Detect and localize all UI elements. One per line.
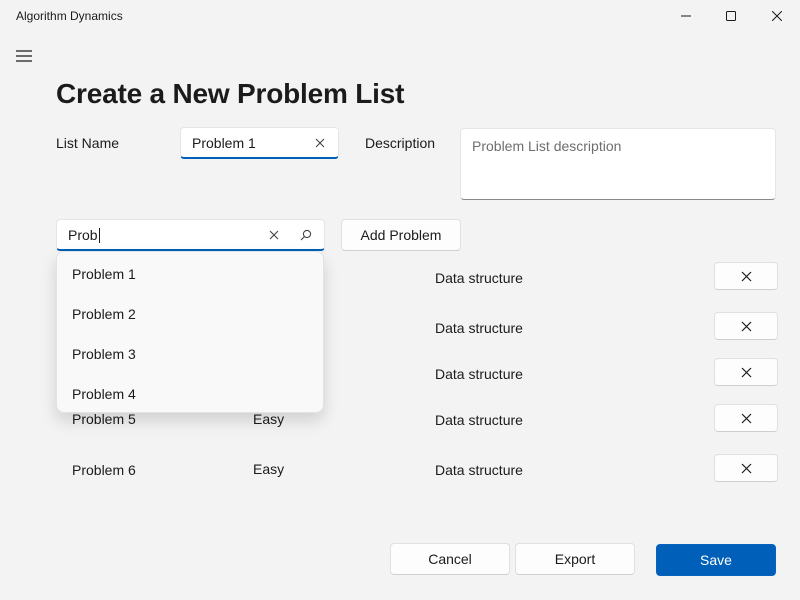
- problem-tag: Data structure: [435, 366, 523, 382]
- clear-icon: [315, 138, 325, 147]
- app-title: Algorithm Dynamics: [16, 9, 123, 23]
- clear-search-button[interactable]: [260, 220, 288, 249]
- hamburger-menu-icon: [16, 50, 32, 62]
- list-name-value: Problem 1: [192, 135, 256, 151]
- maximize-button[interactable]: [708, 0, 754, 32]
- clear-icon: [269, 230, 279, 239]
- problem-name: Problem 6: [72, 462, 136, 478]
- add-problem-button[interactable]: Add Problem: [341, 219, 461, 251]
- problem-tag: Data structure: [435, 462, 523, 478]
- minimize-icon: [681, 15, 691, 17]
- description-input[interactable]: Problem List description: [460, 128, 776, 200]
- suggestion-item[interactable]: Problem 2: [72, 306, 136, 322]
- save-button[interactable]: Save: [656, 544, 776, 576]
- search-button[interactable]: [292, 220, 320, 249]
- problem-difficulty: Easy: [253, 461, 285, 477]
- cancel-button[interactable]: Cancel: [390, 543, 510, 575]
- export-button[interactable]: Export: [515, 543, 635, 575]
- title-bar: Algorithm Dynamics: [0, 0, 800, 32]
- remove-icon: [741, 413, 751, 423]
- problem-tag: Data structure: [435, 270, 523, 286]
- remove-icon: [741, 271, 751, 281]
- suggestion-item[interactable]: Problem 3: [72, 346, 136, 362]
- list-name-label: List Name: [56, 135, 120, 151]
- search-icon: [300, 229, 312, 240]
- problem-difficulty: Easy: [253, 411, 285, 427]
- remove-problem-button[interactable]: [714, 454, 778, 482]
- suggestion-item[interactable]: Problem 4: [72, 386, 136, 402]
- description-label: Description: [365, 135, 436, 151]
- problem-name: Problem 5: [72, 411, 136, 427]
- description-placeholder: Problem List description: [472, 138, 622, 154]
- maximize-icon: [726, 11, 736, 21]
- minimize-button[interactable]: [663, 0, 709, 32]
- remove-icon: [741, 321, 751, 331]
- problem-search-input[interactable]: Prob: [56, 219, 325, 251]
- remove-problem-button[interactable]: [714, 312, 778, 340]
- remove-problem-button[interactable]: [714, 358, 778, 386]
- problem-tag: Data structure: [435, 412, 523, 428]
- search-value: Prob: [68, 227, 100, 243]
- app-window: Algorithm Dynamics Create a New Problem …: [0, 0, 800, 600]
- clear-list-name-button[interactable]: [306, 128, 334, 157]
- page-title: Create a New Problem List: [56, 78, 405, 109]
- list-name-input[interactable]: Problem 1: [180, 127, 339, 159]
- suggestion-item[interactable]: Problem 1: [72, 266, 136, 282]
- remove-icon: [741, 367, 751, 377]
- close-window-button[interactable]: [754, 0, 800, 32]
- remove-icon: [741, 463, 751, 473]
- remove-problem-button[interactable]: [714, 404, 778, 432]
- search-suggestions-list: Problem 1 Problem 2 Problem 3 Problem 4: [56, 251, 324, 413]
- problem-tag: Data structure: [435, 320, 523, 336]
- nav-menu-button[interactable]: [8, 40, 40, 72]
- close-icon: [772, 11, 782, 21]
- remove-problem-button[interactable]: [714, 262, 778, 290]
